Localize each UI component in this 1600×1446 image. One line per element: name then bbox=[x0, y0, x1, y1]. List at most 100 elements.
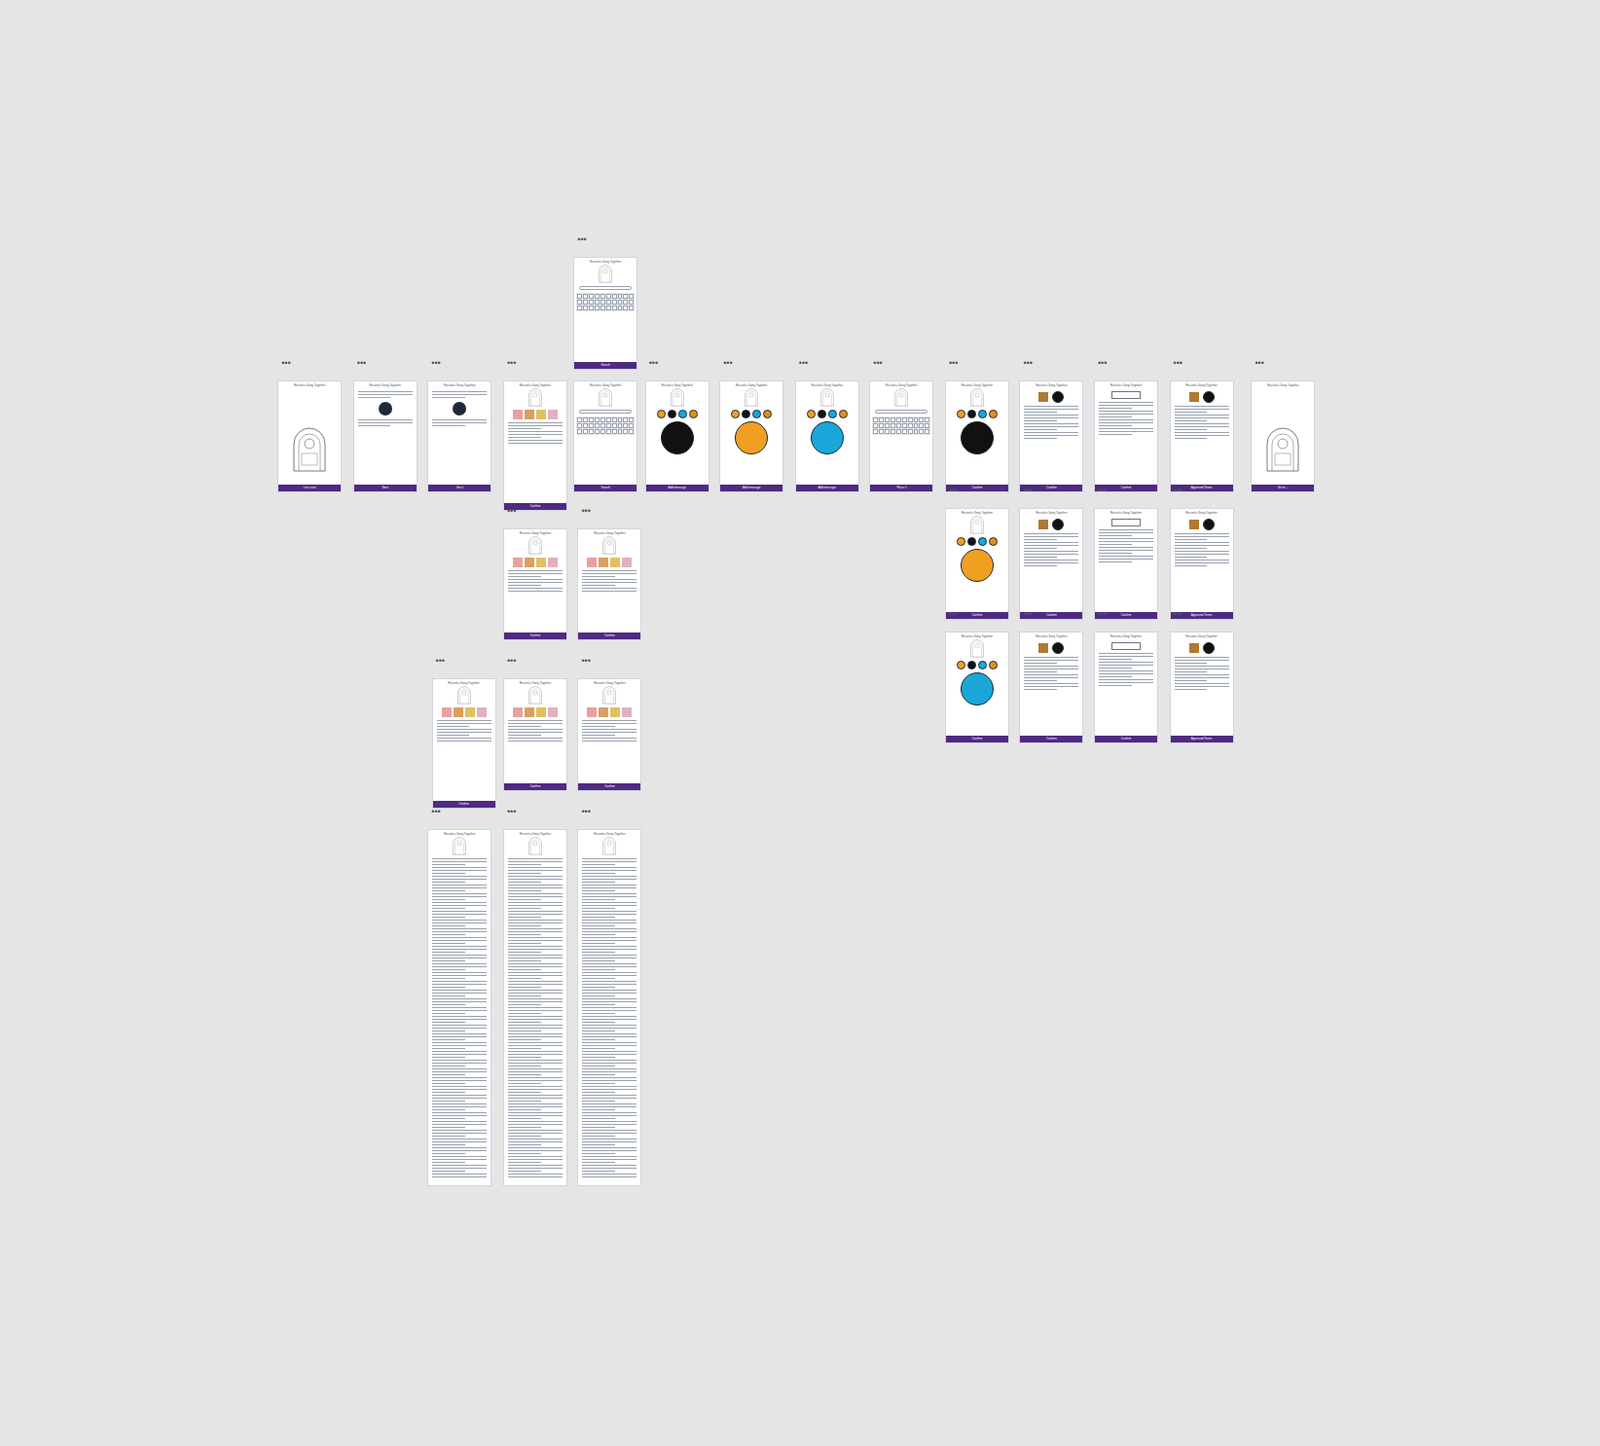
vinyl-disc[interactable] bbox=[667, 409, 677, 419]
artist-photo[interactable] bbox=[512, 557, 523, 568]
artist-photo[interactable] bbox=[586, 707, 597, 718]
vinyl-disc[interactable] bbox=[967, 409, 977, 419]
artist-photo[interactable] bbox=[465, 707, 475, 718]
primary-button[interactable]: Confirm bbox=[578, 632, 641, 640]
frame-menu[interactable]: ••• bbox=[507, 507, 516, 516]
artist-photo[interactable] bbox=[598, 557, 609, 568]
primary-button[interactable]: Confirm bbox=[578, 783, 641, 791]
phone-frame[interactable]: Record a Song TogetherApproved Terms bbox=[1169, 508, 1235, 620]
phone-frame[interactable]: Record a Song TogetherConfirm bbox=[577, 528, 642, 641]
keyboard[interactable] bbox=[576, 416, 635, 436]
frame-menu[interactable]: ••• bbox=[723, 359, 732, 368]
artist-photo[interactable] bbox=[512, 409, 523, 420]
phone-frame[interactable]: Record a Song TogetherLet's start bbox=[277, 380, 342, 493]
primary-button[interactable]: Let's start bbox=[278, 484, 341, 492]
artist-photo[interactable] bbox=[524, 707, 535, 718]
frame-menu[interactable]: ••• bbox=[507, 807, 516, 817]
phone-frame[interactable]: Record a Song Together bbox=[427, 829, 492, 1187]
artist-photo[interactable] bbox=[512, 707, 523, 718]
phone-frame[interactable]: Record a Song TogetherConfirm bbox=[1018, 631, 1084, 744]
frame-menu[interactable]: ••• bbox=[507, 359, 516, 368]
primary-button[interactable]: Confirm bbox=[1094, 735, 1158, 743]
vinyl-disc[interactable] bbox=[656, 409, 666, 419]
vinyl-disc[interactable] bbox=[1202, 518, 1215, 531]
artist-photo[interactable] bbox=[524, 409, 535, 420]
phone-frame[interactable]: Record a Song TogetherNext bbox=[353, 380, 418, 493]
phone-frame[interactable]: Record a Song TogetherConfirm bbox=[945, 631, 1010, 744]
vinyl-disc[interactable] bbox=[988, 537, 998, 546]
frame-menu[interactable]: ••• bbox=[357, 359, 366, 368]
primary-button[interactable]: Search bbox=[574, 484, 637, 492]
frame-menu[interactable]: ••• bbox=[1022, 359, 1032, 368]
phone-frame[interactable]: Record a Song TogetherAdd message bbox=[645, 380, 710, 493]
vinyl-disc[interactable] bbox=[817, 409, 827, 419]
phone-frame[interactable]: Record a Song TogetherAdd message bbox=[719, 380, 784, 493]
vinyl-disc[interactable] bbox=[810, 421, 844, 455]
vinyl-disc[interactable] bbox=[1052, 518, 1064, 531]
frame-menu[interactable]: ••• bbox=[799, 359, 808, 368]
frame-menu[interactable]: ••• bbox=[649, 359, 658, 368]
vinyl-disc[interactable] bbox=[838, 409, 848, 419]
artist-photo[interactable] bbox=[476, 707, 487, 718]
frame-menu[interactable]: ••• bbox=[1173, 610, 1183, 619]
vinyl-disc[interactable] bbox=[978, 660, 987, 670]
vinyl-disc[interactable] bbox=[956, 537, 966, 546]
phone-frame[interactable]: Record a Song TogetherApproved Terms bbox=[1169, 380, 1235, 493]
phone-frame[interactable]: Record a Song TogetherSearch bbox=[573, 256, 638, 369]
phone-frame[interactable]: Record a Song TogetherConfirm bbox=[1018, 508, 1084, 620]
frame-menu[interactable]: ••• bbox=[431, 807, 440, 817]
vinyl-disc[interactable] bbox=[960, 421, 994, 455]
primary-button[interactable]: Add message bbox=[720, 484, 783, 492]
phone-frame[interactable]: Record a Song TogetherConfirm bbox=[1093, 508, 1159, 620]
phone-frame[interactable]: Record a Song TogetherConfirm bbox=[577, 678, 642, 791]
primary-button[interactable]: Confirm bbox=[433, 800, 496, 808]
artist-photo[interactable] bbox=[536, 707, 546, 718]
frame-menu[interactable]: ••• bbox=[431, 359, 440, 368]
vinyl-disc[interactable] bbox=[956, 409, 966, 419]
vinyl-disc[interactable] bbox=[978, 537, 987, 546]
vinyl-disc[interactable] bbox=[752, 409, 762, 419]
phone-frame[interactable]: Record a Song TogetherSearch bbox=[573, 380, 638, 493]
primary-button[interactable]: Go to ... bbox=[1251, 484, 1314, 492]
primary-button[interactable]: Confirm bbox=[504, 783, 567, 791]
primary-button[interactable]: Got it bbox=[428, 484, 491, 492]
vinyl-disc[interactable] bbox=[956, 660, 966, 670]
frame-menu[interactable]: ••• bbox=[948, 610, 958, 619]
primary-button[interactable]: Search bbox=[574, 362, 637, 369]
primary-button[interactable]: Place it bbox=[870, 484, 933, 492]
frame-menu[interactable]: ••• bbox=[1097, 486, 1107, 496]
primary-button[interactable]: Next bbox=[354, 484, 417, 492]
artist-photo[interactable] bbox=[441, 707, 452, 718]
vinyl-disc[interactable] bbox=[1052, 642, 1064, 655]
artist-photo[interactable] bbox=[610, 707, 620, 718]
frame-menu[interactable]: ••• bbox=[1022, 610, 1032, 619]
vinyl-disc[interactable] bbox=[741, 409, 751, 419]
frame-menu[interactable]: ••• bbox=[1097, 610, 1107, 619]
phone-frame[interactable]: Record a Song TogetherPlace it bbox=[869, 380, 934, 493]
primary-button[interactable]: Confirm bbox=[1019, 735, 1083, 743]
phone-frame[interactable]: Record a Song TogetherConfirm bbox=[503, 528, 568, 641]
phone-frame[interactable]: Record a Song TogetherGo to ... bbox=[1250, 380, 1315, 493]
phone-frame[interactable]: Record a Song TogetherApproved Terms bbox=[1169, 631, 1235, 744]
primary-button[interactable]: Confirm bbox=[945, 735, 1009, 743]
frame-menu[interactable]: ••• bbox=[581, 507, 590, 516]
keyboard[interactable] bbox=[576, 292, 635, 312]
frame-menu[interactable]: ••• bbox=[1173, 359, 1183, 368]
vinyl-disc[interactable] bbox=[678, 409, 688, 419]
frame-menu[interactable]: ••• bbox=[948, 486, 958, 496]
frame-menu[interactable]: ••• bbox=[1254, 359, 1264, 368]
frame-menu[interactable]: ••• bbox=[1097, 359, 1107, 368]
vinyl-disc[interactable] bbox=[730, 409, 740, 419]
phone-frame[interactable]: Record a Song TogetherConfirm bbox=[945, 508, 1010, 620]
vinyl-disc[interactable] bbox=[1202, 391, 1215, 403]
vinyl-disc[interactable] bbox=[660, 421, 694, 455]
primary-button[interactable]: Add message bbox=[796, 484, 859, 492]
phone-frame[interactable]: Record a Song TogetherConfirm bbox=[945, 380, 1010, 493]
vinyl-disc[interactable] bbox=[960, 672, 994, 706]
vinyl-disc[interactable] bbox=[988, 660, 998, 670]
vinyl-disc[interactable] bbox=[1202, 642, 1215, 655]
phone-frame[interactable]: Record a Song TogetherConfirm bbox=[1018, 380, 1084, 493]
artist-photo[interactable] bbox=[621, 557, 632, 568]
primary-button[interactable]: Approved Terms bbox=[1170, 735, 1234, 743]
vinyl-disc[interactable] bbox=[988, 409, 998, 419]
